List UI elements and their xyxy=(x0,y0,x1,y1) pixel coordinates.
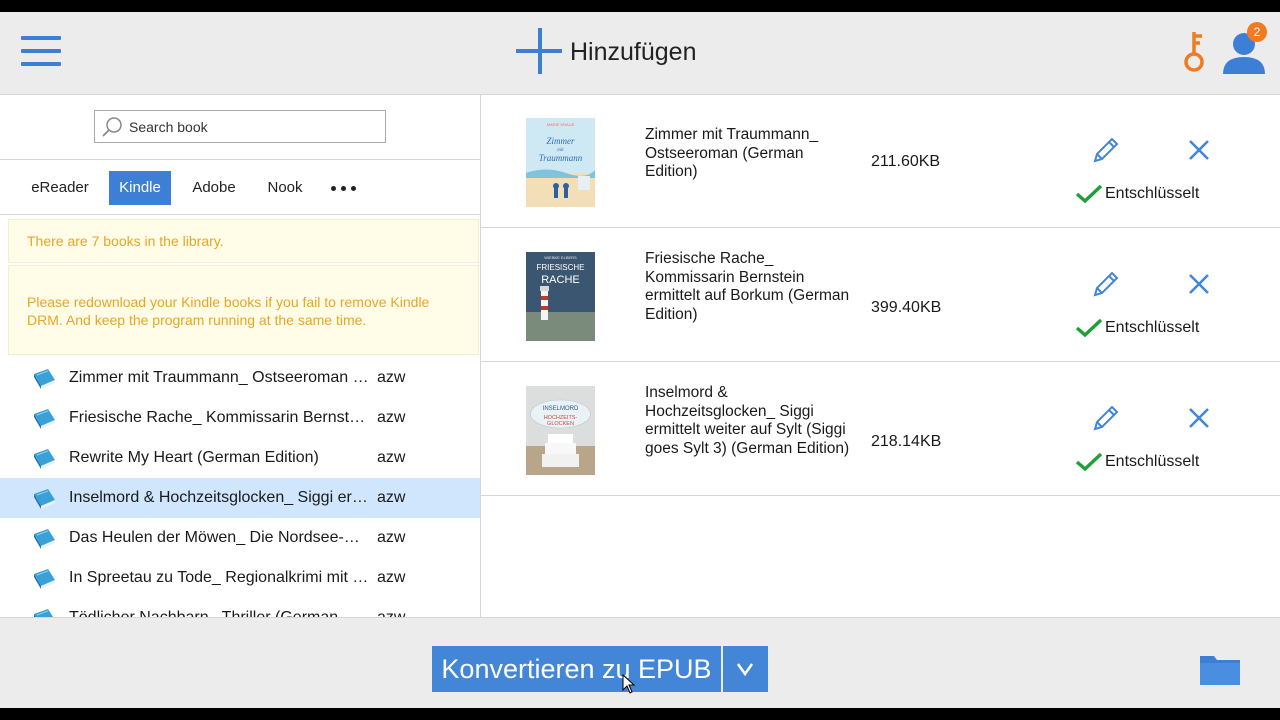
notification-badge: 2 xyxy=(1247,22,1267,42)
book-list-item[interactable]: Zimmer mit Traummann_ Ostseeroman (Germa… xyxy=(0,358,480,398)
tab-nook[interactable]: Nook xyxy=(258,171,312,205)
bottom-bar: Konvertieren zu EPUB xyxy=(0,617,1280,708)
converted-book-row: WIEBKE ELBERS FRIESISCHE RACHE Friesisch… xyxy=(481,229,1280,362)
book-list-item[interactable]: Das Heulen der Möwen_ Die Nordsee-Krimi … xyxy=(0,518,480,558)
search-box[interactable] xyxy=(94,110,386,143)
edit-icon[interactable] xyxy=(1091,403,1121,433)
book-name: Friesische Rache_ Kommissarin Bernstein … xyxy=(69,409,369,426)
svg-text:RACHE: RACHE xyxy=(541,274,580,286)
converted-book-size: 218.14KB xyxy=(871,433,942,450)
status-text: Entschlüsselt xyxy=(1105,453,1200,470)
source-tabs: eReader Kindle Adobe Nook xyxy=(0,171,480,205)
converted-book-title: Inselmord & Hochzeitsglocken_ Siggi ermi… xyxy=(645,384,850,457)
library-count-notice: There are 7 books in the library. xyxy=(8,219,479,263)
plus-icon xyxy=(516,28,564,76)
menu-icon[interactable] xyxy=(21,36,61,68)
search-input[interactable] xyxy=(129,111,379,142)
check-icon xyxy=(1075,184,1103,203)
book-format: azw xyxy=(377,489,406,506)
svg-text:WIEBKE ELBERS: WIEBKE ELBERS xyxy=(544,255,577,260)
converted-book-title: Zimmer mit Traummann_ Ostseeroman (Germa… xyxy=(645,126,819,180)
chevron-down-icon xyxy=(736,663,754,677)
book-name: Tödlicher Nachbarn_ Thriller (German Edi… xyxy=(69,598,369,617)
book-format: azw xyxy=(377,529,406,546)
search-icon xyxy=(102,117,122,137)
remove-icon[interactable] xyxy=(1187,406,1211,430)
status-badge: Entschlüsselt xyxy=(1075,184,1199,204)
add-button-label: Hinzufügen xyxy=(570,37,697,66)
app-window: Hinzufügen 2 eReader Kindle Adobe N xyxy=(0,12,1280,708)
tab-adobe[interactable]: Adobe xyxy=(184,171,244,205)
book-list-item[interactable]: Friesische Rache_ Kommissarin Bernstein … xyxy=(0,398,480,438)
more-icon[interactable] xyxy=(331,186,357,192)
book-icon xyxy=(33,448,56,470)
book-format: azw xyxy=(377,409,406,426)
book-icon xyxy=(33,608,56,617)
book-icon xyxy=(33,528,56,550)
book-format: azw xyxy=(377,569,406,586)
check-icon xyxy=(1075,452,1103,471)
book-list: Zimmer mit Traummann_ Ostseeroman (Germa… xyxy=(0,358,480,617)
library-panel: eReader Kindle Adobe Nook There are 7 bo… xyxy=(0,95,481,617)
divider xyxy=(0,159,480,160)
converted-book-title: Friesische Rache_ Kommissarin Bernstein … xyxy=(645,250,850,323)
divider xyxy=(0,214,480,215)
book-icon xyxy=(33,408,56,430)
book-name: Inselmord & Hochzeitsglocken_ Siggi ermi… xyxy=(69,489,369,506)
book-name: Das Heulen der Möwen_ Die Nordsee-Krimi xyxy=(69,529,369,546)
tab-kindle[interactable]: Kindle xyxy=(109,171,171,205)
book-icon xyxy=(33,568,56,590)
status-text: Entschlüsselt xyxy=(1105,185,1200,202)
book-format: azw xyxy=(377,598,405,617)
key-icon[interactable] xyxy=(1180,29,1208,75)
book-cover: WIEBKE ELBERS FRIESISCHE RACHE xyxy=(526,252,595,341)
converted-book-row: MARIE KRAUS Zimmer mit Traummann Zimmer … xyxy=(481,95,1280,228)
book-icon xyxy=(33,368,56,390)
book-list-item[interactable]: Rewrite My Heart (German Edition) azw xyxy=(0,438,480,478)
converted-list-panel: MARIE KRAUS Zimmer mit Traummann Zimmer … xyxy=(481,95,1280,617)
svg-text:MARIE KRAUS: MARIE KRAUS xyxy=(547,122,575,127)
book-name: Rewrite My Heart (German Edition) xyxy=(69,449,319,466)
book-cover: MARIE KRAUS Zimmer mit Traummann xyxy=(526,118,595,207)
convert-button[interactable]: Konvertieren zu EPUB xyxy=(432,646,721,692)
book-list-item[interactable]: In Spreetau zu Tode_ Regionalkrimi mit H… xyxy=(0,558,480,598)
book-name: Zimmer mit Traummann_ Ostseeroman (Germa… xyxy=(69,369,369,386)
status-badge: Entschlüsselt xyxy=(1075,318,1199,338)
svg-text:INSELMORD: INSELMORD xyxy=(543,406,579,412)
remove-icon[interactable] xyxy=(1187,272,1211,296)
status-badge: Entschlüsselt xyxy=(1075,452,1199,472)
book-list-item[interactable]: Tödlicher Nachbarn_ Thriller (German Edi… xyxy=(0,598,480,617)
converted-book-row: INSELMORD HOCHZEITS- GLOCKEN Inselmord &… xyxy=(481,363,1280,496)
book-format: azw xyxy=(377,449,406,466)
status-text: Entschlüsselt xyxy=(1105,319,1200,336)
format-dropdown-button[interactable] xyxy=(723,646,768,692)
add-button[interactable]: Hinzufügen xyxy=(516,28,696,76)
redownload-notice: Please redownload your Kindle books if y… xyxy=(8,265,479,355)
edit-icon[interactable] xyxy=(1091,135,1121,165)
mouse-cursor-icon xyxy=(622,674,636,694)
book-icon xyxy=(33,488,56,510)
tab-ereader[interactable]: eReader xyxy=(22,171,98,205)
edit-icon[interactable] xyxy=(1091,269,1121,299)
book-name: In Spreetau zu Tode_ Regionalkrimi mit H… xyxy=(69,569,369,586)
converted-book-size: 399.40KB xyxy=(871,299,942,316)
svg-text:Traummann: Traummann xyxy=(539,153,583,163)
book-list-item-selected[interactable]: Inselmord & Hochzeitsglocken_ Siggi ermi… xyxy=(0,478,480,518)
remove-icon[interactable] xyxy=(1187,138,1211,162)
book-cover: INSELMORD HOCHZEITS- GLOCKEN xyxy=(526,386,595,475)
svg-text:Zimmer: Zimmer xyxy=(546,136,574,146)
folder-icon[interactable] xyxy=(1200,653,1240,685)
book-format: azw xyxy=(377,369,406,386)
svg-text:FRIESISCHE: FRIESISCHE xyxy=(536,263,584,272)
converted-book-size: 211.60KB xyxy=(871,153,941,170)
svg-text:GLOCKEN: GLOCKEN xyxy=(547,421,574,427)
top-bar: Hinzufügen 2 xyxy=(0,12,1280,95)
check-icon xyxy=(1075,318,1103,337)
